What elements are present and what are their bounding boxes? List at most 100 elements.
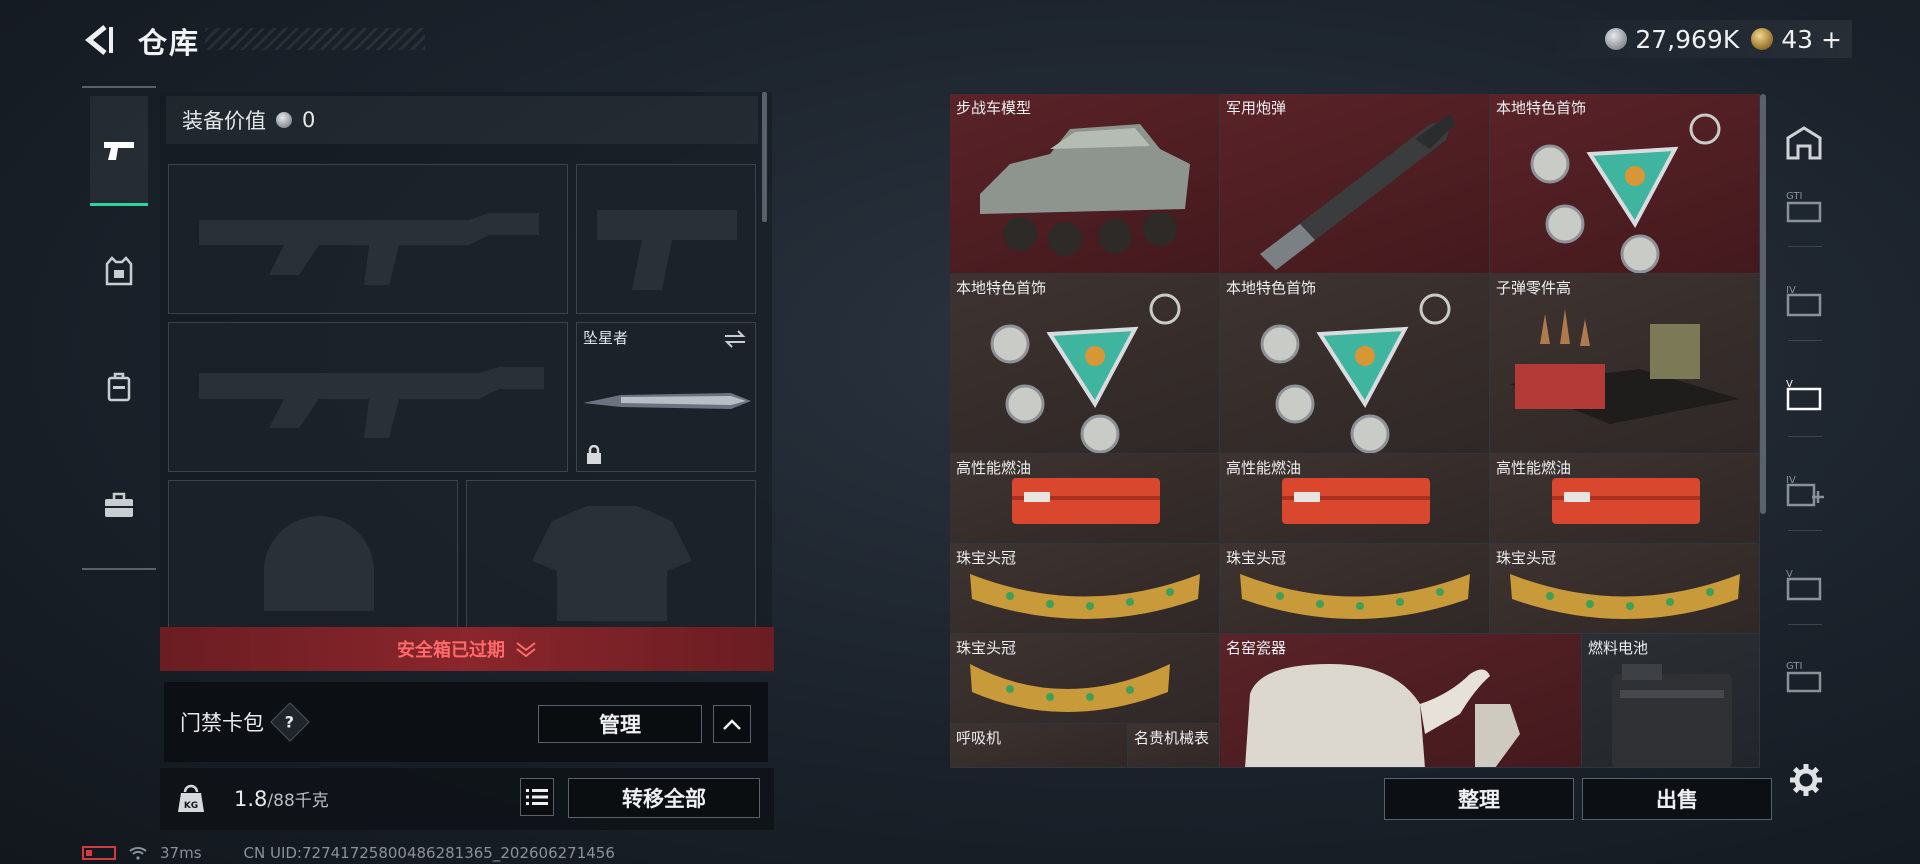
- equipment-value-row: 装备价值 0: [166, 96, 758, 144]
- gold-coin-icon: [1751, 28, 1774, 50]
- chevron-up-icon: [723, 719, 741, 730]
- tab-rig[interactable]: [90, 216, 148, 326]
- stash-item-jewel-crown[interactable]: 珠宝头冠: [1220, 544, 1490, 634]
- iv-storage-button[interactable]: IV: [1780, 276, 1828, 324]
- stash-item-jewel-crown[interactable]: 珠宝头冠: [950, 634, 1220, 724]
- stash-item-fuel[interactable]: 高性能燃油: [1490, 454, 1760, 544]
- briefcase-icon: [105, 492, 133, 517]
- stash-scrollbar[interactable]: [1760, 94, 1766, 514]
- equipment-value: 0: [302, 108, 316, 132]
- list-view-button[interactable]: [520, 778, 554, 816]
- iv-add-button[interactable]: IV: [1780, 466, 1828, 514]
- add-currency-button[interactable]: +: [1821, 25, 1842, 54]
- stash-item-ifv-model[interactable]: 步战车模型: [950, 94, 1220, 274]
- safe-box-status: 安全箱已过期: [397, 640, 505, 661]
- ifv-model-image: [980, 124, 1190, 256]
- stash-item-luxury-watch[interactable]: 名贵机械表: [1128, 724, 1220, 768]
- bullet-parts-image: [1510, 309, 1740, 424]
- svg-text:GTI: GTI: [1786, 191, 1802, 202]
- transfer-all-button[interactable]: 转移全部: [568, 778, 760, 818]
- collapse-button[interactable]: [713, 705, 751, 743]
- loadout-panel: 装备价值 0 坠星者: [160, 92, 772, 628]
- equipment-tab-rail: [82, 86, 156, 570]
- pistol-silhouette-icon: [597, 210, 737, 290]
- jewelry-image: [1260, 293, 1451, 453]
- settings-button[interactable]: [1782, 756, 1830, 804]
- helmet-silhouette-icon: [264, 516, 374, 611]
- list-icon: [526, 789, 548, 805]
- stash-item-porcelain[interactable]: 名窑瓷器: [1220, 634, 1582, 768]
- gold-amount: 43: [1781, 24, 1814, 54]
- gti-alt-storage-button[interactable]: GTI: [1780, 652, 1828, 700]
- gti-alt-icon: GTI: [1786, 661, 1822, 693]
- stash-grid: 步战车模型 军用炮弹 本地特色首饰 本地特色首饰 本地特色首饰 子弹零件高 高性…: [948, 92, 1760, 768]
- weight-capacity: /88千克: [267, 791, 329, 811]
- stash-item-local-jewelry[interactable]: 本地特色首饰: [950, 274, 1220, 454]
- tab-backpack[interactable]: [90, 332, 148, 442]
- svg-text:KG: KG: [184, 801, 198, 811]
- weight-value: 1.8/88千克: [234, 786, 329, 811]
- melee-slot[interactable]: 坠星者: [576, 322, 756, 472]
- shelter-button[interactable]: [1780, 118, 1828, 166]
- silver-amount: 27,969K: [1635, 24, 1740, 54]
- v-card-icon: V: [1786, 379, 1822, 411]
- equipment-value-label: 装备价值: [182, 109, 266, 133]
- jewelry-image: [990, 293, 1181, 453]
- lock-icon: [587, 445, 601, 464]
- stash-item-fuel[interactable]: 高性能燃油: [950, 454, 1220, 544]
- back-arrow-icon: [85, 25, 113, 55]
- stash-item-local-jewelry[interactable]: 本地特色首饰: [1490, 94, 1760, 274]
- stash-item-jewel-crown[interactable]: 珠宝头冠: [950, 544, 1220, 634]
- page-title: 仓库: [138, 26, 201, 60]
- rifle-silhouette-icon: [199, 213, 539, 285]
- tab-case[interactable]: [90, 450, 148, 560]
- stash-item-fuel-cell[interactable]: 燃料电池: [1582, 634, 1760, 768]
- pistol-slot[interactable]: [576, 164, 756, 314]
- v-card-alt-icon: V: [1786, 569, 1822, 601]
- stash-item-ventilator[interactable]: 呼吸机: [950, 724, 1128, 768]
- keycard-label: 门禁卡包: [180, 711, 264, 735]
- jewelry-image: [1530, 113, 1721, 273]
- battery-icon: [82, 846, 116, 860]
- tab-weapons[interactable]: [90, 96, 148, 206]
- primary-weapon-slot[interactable]: [168, 164, 568, 314]
- stash-item-local-jewelry[interactable]: 本地特色首饰: [1220, 274, 1490, 454]
- armor-slot[interactable]: [466, 480, 756, 628]
- manage-button[interactable]: 管理: [538, 705, 702, 743]
- weight-kg-icon: KG: [178, 784, 204, 812]
- gold-currency[interactable]: 43 +: [1751, 25, 1842, 54]
- chevron-down-icon: [516, 642, 536, 657]
- melee-weapon-image: [583, 393, 751, 409]
- stash-item-military-shell[interactable]: 军用炮弹: [1220, 94, 1490, 274]
- armor-silhouette-icon: [532, 506, 692, 621]
- back-button[interactable]: [80, 20, 120, 60]
- silver-coin-icon: [1605, 28, 1628, 50]
- stash-item-jewel-crown[interactable]: 珠宝头冠: [1490, 544, 1760, 634]
- iv-add-icon: IV: [1786, 475, 1824, 507]
- currency-display: 27,969K 43 +: [1545, 20, 1852, 58]
- v-storage-button[interactable]: V: [1780, 370, 1828, 418]
- safe-box-expired-banner[interactable]: 安全箱已过期: [160, 627, 774, 671]
- stash-item-fuel[interactable]: 高性能燃油: [1220, 454, 1490, 544]
- gti-storage-button[interactable]: GTI: [1780, 182, 1828, 230]
- secondary-weapon-slot[interactable]: [168, 322, 568, 472]
- silver-currency[interactable]: 27,969K: [1605, 25, 1739, 54]
- swap-icon[interactable]: [723, 329, 747, 349]
- iv-card-icon: IV: [1786, 285, 1822, 317]
- v-alt-storage-button[interactable]: V: [1780, 560, 1828, 608]
- status-line: 37ms CN UID:727417258004862813​65_202606…: [82, 843, 615, 863]
- rifle-silhouette-icon: [199, 367, 544, 438]
- shell-image: [1260, 114, 1455, 270]
- backpack-icon: [107, 372, 131, 402]
- value-coin-icon: [276, 112, 292, 128]
- pistol-icon: [104, 141, 134, 160]
- stash-item-bullet-parts[interactable]: 子弹零件高: [1490, 274, 1760, 454]
- helmet-slot[interactable]: [168, 480, 458, 628]
- vest-icon: [105, 256, 133, 286]
- loadout-scrollbar[interactable]: [762, 92, 767, 222]
- sell-button[interactable]: 出售: [1582, 778, 1772, 820]
- help-icon[interactable]: ?: [270, 702, 310, 742]
- svg-text:GTI: GTI: [1786, 661, 1802, 672]
- sort-button[interactable]: 整理: [1384, 778, 1574, 820]
- shelter-icon: [1786, 126, 1822, 160]
